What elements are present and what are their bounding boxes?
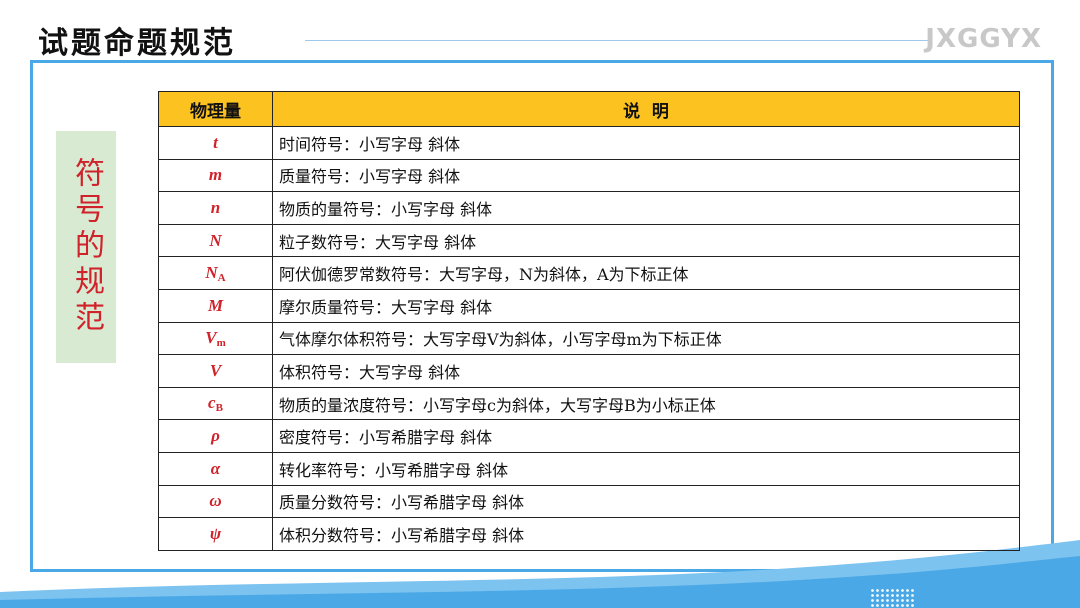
table-row: t 时间符号：小写字母 斜体 [158,126,1020,160]
table-row: V 体积符号：大写字母 斜体 [158,354,1020,388]
table-row: ψ 体积分数符号：小写希腊字母 斜体 [158,517,1020,551]
symbol-text: c [208,393,216,413]
description-cell: 转化率符号：小写希腊字母 斜体 [272,451,1020,486]
symbol-spec-table: 物理量 说 明 t 时间符号：小写字母 斜体 m 质量符号：小写字母 斜体 n 物质的量符… [158,91,1020,551]
symbol-subscript: m [216,336,226,349]
description-cell: 物质的量浓度符号：小写字母c为斜体，大写字母B为小标正体 [272,386,1020,421]
table-header-row: 物理量 说 明 [158,91,1020,127]
page-title: 试题命题规范 [38,26,236,61]
table-row: α 转化率符号：小写希腊字母 斜体 [158,451,1020,486]
description-cell: 密度符号：小写希腊字母 斜体 [272,419,1020,453]
description-cell: 物质的量符号：小写字母 斜体 [272,191,1020,225]
symbol-cell: α [158,451,273,486]
table-row: n 物质的量符号：小写字母 斜体 [158,191,1020,225]
column-header-quantity: 物理量 [158,91,273,127]
description-cell: 体积分数符号：小写希腊字母 斜体 [272,517,1020,551]
symbol-cell: Vm [158,321,273,356]
symbol-text: N [209,230,222,250]
symbol-cell: ω [158,484,273,519]
symbol-cell: NA [158,256,273,290]
symbol-cell: N [158,223,273,258]
symbol-text: m [208,165,223,185]
description-cell: 摩尔质量符号：大写字母 斜体 [272,288,1020,323]
dot-pattern-decoration [870,588,916,608]
symbol-text: V [205,327,217,347]
symbol-text: α [210,458,221,478]
table-row: m 质量符号：小写字母 斜体 [158,158,1020,193]
description-cell: 体积符号：大写字母 斜体 [272,354,1020,388]
table-row: ρ 密度符号：小写希腊字母 斜体 [158,419,1020,453]
description-cell: 粒子数符号：大写字母 斜体 [272,223,1020,258]
side-label-box: 符号的规范 [56,131,116,363]
table-row: Vm 气体摩尔体积符号：大写字母V为斜体，小写字母m为下标正体 [158,321,1020,356]
title-divider [305,40,930,41]
symbol-cell: t [158,126,273,160]
table-row: NA 阿伏伽德罗常数符号：大写字母，N为斜体，A为下标正体 [158,256,1020,290]
symbol-text: ω [209,491,222,511]
description-cell: 质量分数符号：小写希腊字母 斜体 [272,484,1020,519]
table-row: ω 质量分数符号：小写希腊字母 斜体 [158,484,1020,519]
symbol-text: M [207,295,224,315]
description-cell: 质量符号：小写字母 斜体 [272,158,1020,193]
table-row: M 摩尔质量符号：大写字母 斜体 [158,288,1020,323]
table-row: N 粒子数符号：大写字母 斜体 [158,223,1020,258]
symbol-text: V [209,360,222,380]
symbol-text: ψ [209,523,222,543]
symbol-cell: m [158,158,273,193]
description-cell: 气体摩尔体积符号：大写字母V为斜体，小写字母m为下标正体 [272,321,1020,356]
symbol-cell: ψ [158,517,273,551]
symbol-text: n [210,197,221,217]
description-cell: 阿伏伽德罗常数符号：大写字母，N为斜体，A为下标正体 [272,256,1020,290]
description-cell: 时间符号：小写字母 斜体 [272,126,1020,160]
side-label-text: 符号的规范 [69,157,104,337]
symbol-cell: V [158,354,273,388]
table-body: t 时间符号：小写字母 斜体 m 质量符号：小写字母 斜体 n 物质的量符号：小写字母 斜… [158,126,1020,551]
symbol-cell: n [158,191,273,225]
symbol-subscript: B [215,402,223,415]
table-row: cB 物质的量浓度符号：小写字母c为斜体，大写字母B为小标正体 [158,386,1020,421]
symbol-text: ρ [211,426,220,446]
column-header-description: 说 明 [272,91,1020,127]
symbol-subscript: A [217,271,226,284]
symbol-cell: ρ [158,419,273,453]
symbol-text: N [205,262,218,282]
symbol-text: t [213,132,218,152]
symbol-cell: cB [158,386,273,421]
symbol-cell: M [158,288,273,323]
brand-logo: JXGGYX [925,24,1042,54]
